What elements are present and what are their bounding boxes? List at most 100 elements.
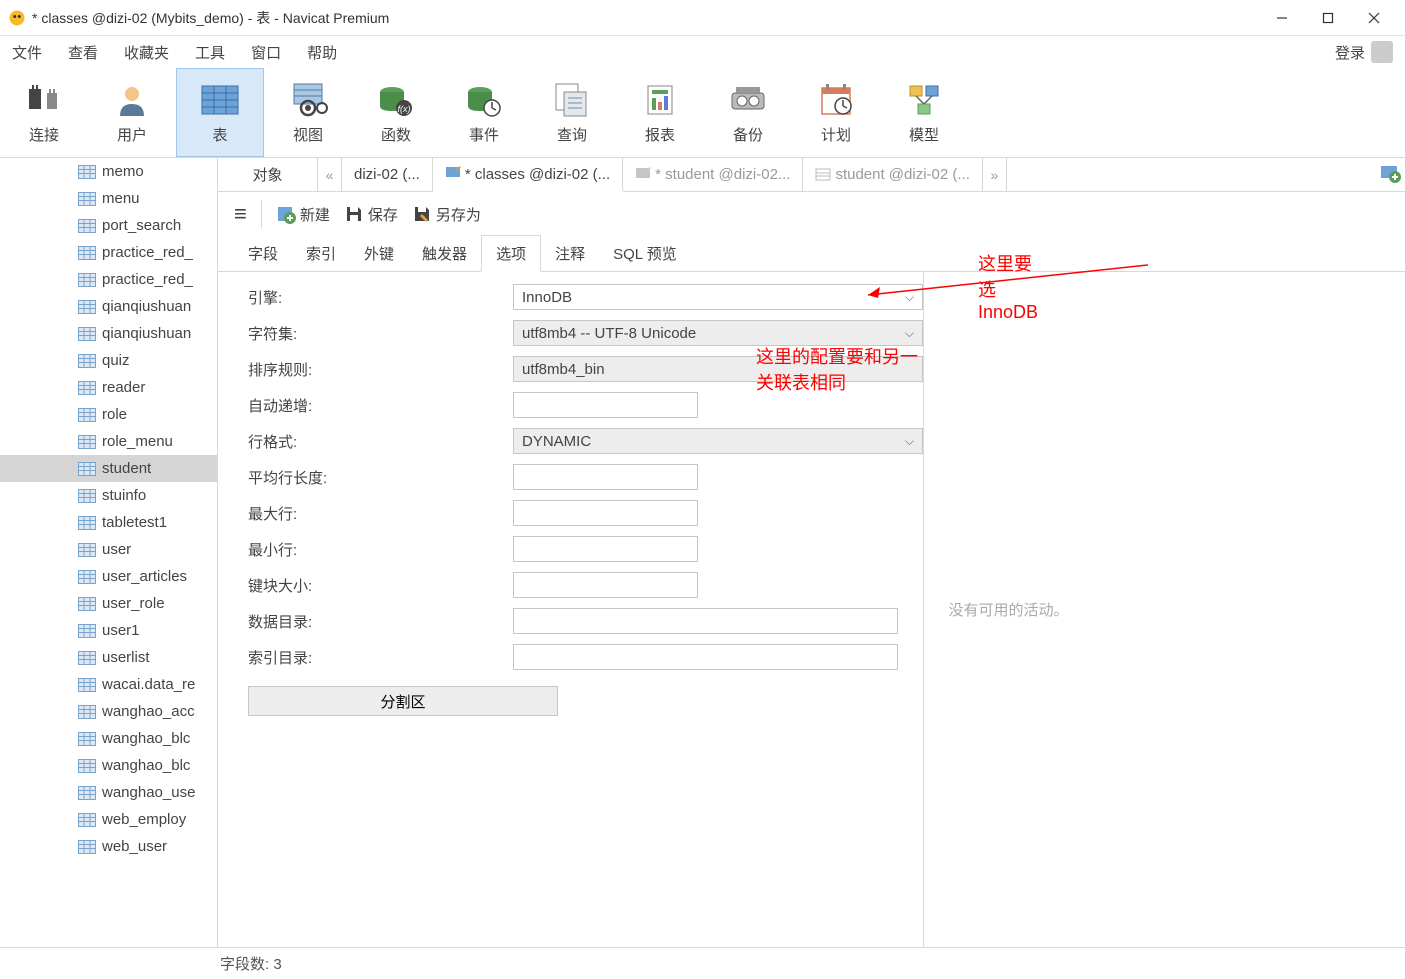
table-icon: [78, 327, 96, 341]
sub-tab[interactable]: 触发器: [408, 236, 481, 271]
sidebar-item[interactable]: userlist: [0, 644, 217, 671]
table-icon: [78, 408, 96, 422]
menu-window[interactable]: 窗口: [251, 42, 281, 63]
save-button[interactable]: 保存: [344, 204, 398, 225]
sidebar-item[interactable]: wacai.data_re: [0, 671, 217, 698]
sidebar-item[interactable]: user_role: [0, 590, 217, 617]
menu-icon[interactable]: ≡: [234, 201, 247, 227]
saveas-icon: [412, 204, 432, 224]
sub-tab[interactable]: 注释: [541, 236, 599, 271]
charset-combo[interactable]: utf8mb4 -- UTF-8 Unicode⌵: [513, 320, 923, 346]
tab-dizi02[interactable]: dizi-02 (...: [342, 158, 433, 191]
tool-model[interactable]: 模型: [880, 68, 968, 157]
close-button[interactable]: [1351, 0, 1397, 36]
tab-nav-left[interactable]: «: [318, 158, 342, 191]
tool-query[interactable]: 查询: [528, 68, 616, 157]
login-button[interactable]: 登录: [1335, 41, 1393, 63]
tab-student-view[interactable]: student @dizi-02 (...: [803, 158, 982, 191]
sidebar-item[interactable]: reader: [0, 374, 217, 401]
sidebar-item[interactable]: web_employ: [0, 806, 217, 833]
minimize-button[interactable]: [1259, 0, 1305, 36]
saveas-button[interactable]: 另存为: [412, 204, 481, 225]
partition-button[interactable]: 分割区: [248, 686, 558, 716]
sidebar-item[interactable]: role_menu: [0, 428, 217, 455]
engine-combo[interactable]: InnoDB⌵: [513, 284, 923, 310]
new-button[interactable]: 新建: [276, 204, 330, 225]
tool-label: 模型: [909, 124, 939, 145]
sidebar-item[interactable]: wanghao_blc: [0, 725, 217, 752]
collation-combo[interactable]: utf8mb4_bin: [513, 356, 923, 382]
rowformat-combo[interactable]: DYNAMIC⌵: [513, 428, 923, 454]
table-icon: [78, 813, 96, 827]
tool-connect[interactable]: 连接: [0, 68, 88, 157]
tab-classes[interactable]: * classes @dizi-02 (...: [433, 158, 623, 192]
sub-tab[interactable]: 字段: [234, 236, 292, 271]
tab-nav-right[interactable]: »: [983, 158, 1007, 191]
menu-view[interactable]: 查看: [68, 42, 98, 63]
sidebar-item[interactable]: port_search: [0, 212, 217, 239]
sub-tab[interactable]: 索引: [292, 236, 350, 271]
tool-user[interactable]: 用户: [88, 68, 176, 157]
sidebar-item[interactable]: user: [0, 536, 217, 563]
avgrowlen-input[interactable]: [513, 464, 698, 490]
sidebar-item[interactable]: user1: [0, 617, 217, 644]
tool-report[interactable]: 报表: [616, 68, 704, 157]
tool-event[interactable]: 事件: [440, 68, 528, 157]
blocksize-label: 键块大小:: [248, 575, 513, 596]
tab-label: student @dizi-02 (...: [835, 166, 969, 183]
tool-label: 计划: [821, 124, 851, 145]
sidebar-item[interactable]: practice_red_: [0, 266, 217, 293]
menu-tools[interactable]: 工具: [195, 42, 225, 63]
menu-file[interactable]: 文件: [12, 42, 42, 63]
sidebar-item[interactable]: quiz: [0, 347, 217, 374]
sidebar-item-label: role: [102, 406, 127, 423]
sidebar-item[interactable]: user_articles: [0, 563, 217, 590]
autoinc-input[interactable]: [513, 392, 698, 418]
datadir-input[interactable]: [513, 608, 898, 634]
toolbar: 连接 用户 表 视图 f(x)函数 事件 查询 报表 备份 计划 模型: [0, 68, 1405, 158]
sidebar-item[interactable]: wanghao_acc: [0, 698, 217, 725]
tool-view[interactable]: 视图: [264, 68, 352, 157]
minrows-input[interactable]: [513, 536, 698, 562]
collation-label: 排序规则:: [248, 359, 513, 380]
sidebar-item[interactable]: menu: [0, 185, 217, 212]
table-icon: [78, 462, 96, 476]
no-activity-text: 没有可用的活动。: [948, 599, 1068, 620]
maxrows-input[interactable]: [513, 500, 698, 526]
tab-add-button[interactable]: [1379, 162, 1401, 187]
tool-function[interactable]: f(x)函数: [352, 68, 440, 157]
sub-tab[interactable]: 外键: [350, 236, 408, 271]
maximize-button[interactable]: [1305, 0, 1351, 36]
tool-schedule[interactable]: 计划: [792, 68, 880, 157]
sidebar[interactable]: memomenuport_searchpractice_red_practice…: [0, 158, 218, 947]
tab-student-edit[interactable]: * student @dizi-02...: [623, 158, 803, 191]
sidebar-item[interactable]: qianqiushuan: [0, 320, 217, 347]
blocksize-input[interactable]: [513, 572, 698, 598]
tool-table[interactable]: 表: [176, 68, 264, 157]
window-title: * classes @dizi-02 (Mybits_demo) - 表 - N…: [32, 8, 1259, 28]
sidebar-item[interactable]: wanghao_blc: [0, 752, 217, 779]
menu-help[interactable]: 帮助: [307, 42, 337, 63]
table-icon: [78, 840, 96, 854]
sub-tab[interactable]: 选项: [481, 235, 541, 272]
maxrows-label: 最大行:: [248, 503, 513, 524]
tool-label: 函数: [381, 124, 411, 145]
sub-tab[interactable]: SQL 预览: [599, 236, 691, 271]
menu-favorites[interactable]: 收藏夹: [124, 42, 169, 63]
sidebar-item[interactable]: role: [0, 401, 217, 428]
sidebar-item-label: role_menu: [102, 433, 173, 450]
table-icon: [78, 300, 96, 314]
sidebar-item[interactable]: stuinfo: [0, 482, 217, 509]
sidebar-item[interactable]: qianqiushuan: [0, 293, 217, 320]
tool-backup[interactable]: 备份: [704, 68, 792, 157]
main-area: memomenuport_searchpractice_red_practice…: [0, 158, 1405, 947]
sidebar-item[interactable]: tabletest1: [0, 509, 217, 536]
sidebar-item[interactable]: student: [0, 455, 217, 482]
tab-objects[interactable]: 对象: [218, 158, 318, 191]
sidebar-item[interactable]: practice_red_: [0, 239, 217, 266]
sidebar-item[interactable]: wanghao_use: [0, 779, 217, 806]
indexdir-input[interactable]: [513, 644, 898, 670]
sidebar-item[interactable]: web_user: [0, 833, 217, 860]
tool-label: 查询: [557, 124, 587, 145]
sidebar-item[interactable]: memo: [0, 158, 217, 185]
